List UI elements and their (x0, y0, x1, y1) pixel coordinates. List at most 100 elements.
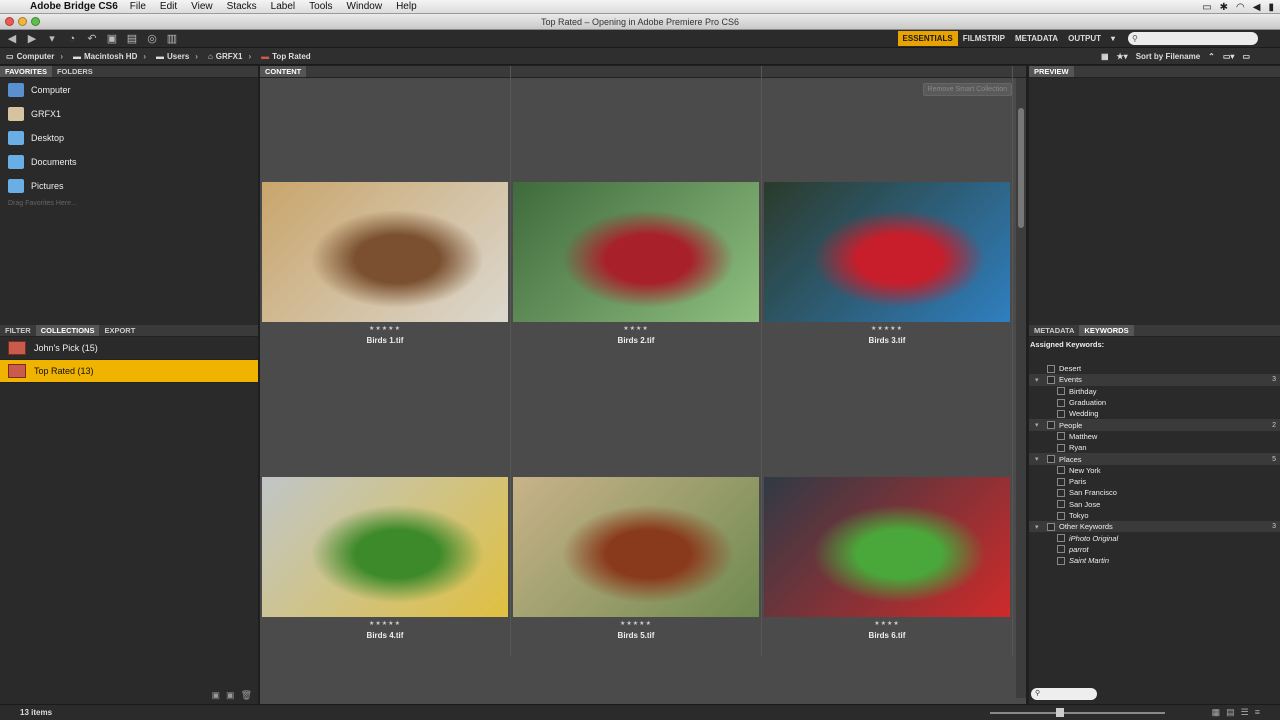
keyword-checkbox[interactable] (1057, 477, 1065, 486)
tab-collections[interactable]: COLLECTIONS (35, 325, 100, 336)
thumbnail-item[interactable]: ★★★★★ Birds 3.tif (762, 66, 1013, 361)
file-name[interactable]: Birds 2.tif (511, 336, 761, 345)
chevron-down-icon[interactable]: ▾ (44, 32, 60, 45)
rating-stars[interactable]: ★★★★★ (511, 620, 761, 627)
keyword-group[interactable]: ▾ Places 5 (1029, 453, 1280, 465)
file-name[interactable]: Birds 4.tif (260, 631, 510, 640)
menu-window[interactable]: Window (347, 1, 383, 12)
thumbnail-size-slider[interactable] (990, 712, 1165, 714)
disclosure-triangle-icon[interactable]: ▾ (1035, 523, 1039, 531)
collection-johns-pick[interactable]: John's Pick (15) (0, 337, 258, 360)
keyword-group[interactable]: ▾ Events 3 (1029, 374, 1280, 386)
tab-filter[interactable]: FILTER (0, 325, 36, 336)
favorite-grfx1[interactable]: GRFX1 (0, 102, 258, 126)
keyword-checkbox[interactable] (1057, 556, 1065, 565)
minimize-window-icon[interactable] (18, 17, 27, 26)
new-smart-collection-icon[interactable]: ▣ (212, 690, 221, 704)
wifi-icon[interactable]: ◠ (1236, 2, 1245, 13)
star-filter-icon[interactable]: ★▾ (1117, 52, 1128, 61)
rating-stars[interactable]: ★★★★★ (260, 325, 510, 332)
menu-view[interactable]: View (191, 1, 213, 12)
sort-dropdown[interactable]: Sort by Filename (1136, 52, 1200, 61)
lock-grid-icon[interactable]: ▦ (1212, 707, 1221, 718)
tab-favorites[interactable]: FAVORITES (0, 66, 52, 77)
new-folder-icon[interactable]: ▭ (1242, 52, 1250, 61)
file-name[interactable]: Birds 3.tif (762, 336, 1012, 345)
file-name[interactable]: Birds 6.tif (762, 631, 1012, 640)
thumbnail-item[interactable]: ★★★★★ Birds 5.tif (511, 361, 762, 656)
camera-import-icon[interactable]: ▣ (104, 32, 120, 45)
breadcrumb-computer[interactable]: ▭ Computer › (6, 52, 63, 61)
menu-help[interactable]: Help (396, 1, 417, 12)
search-input[interactable]: ⚲ (1128, 32, 1258, 45)
keyword-checkbox[interactable] (1057, 488, 1065, 497)
thumbnail-item[interactable]: ★★★★★ Birds 1.tif (260, 66, 511, 361)
workspace-menu-chevron-icon[interactable]: ▾ (1106, 31, 1120, 46)
keyword-checkbox[interactable] (1057, 409, 1065, 418)
volume-icon[interactable]: ◀ (1253, 2, 1261, 13)
keyword-checkbox[interactable] (1057, 443, 1065, 452)
breadcrumb-top-rated[interactable]: ▬ Top Rated (261, 52, 311, 61)
rating-stars[interactable]: ★★★★ (762, 620, 1012, 627)
disclosure-triangle-icon[interactable]: ▾ (1035, 376, 1039, 384)
disclosure-triangle-icon[interactable]: ▾ (1035, 455, 1039, 463)
app-name-menu[interactable]: Adobe Bridge CS6 (30, 1, 118, 12)
file-name[interactable]: Birds 5.tif (511, 631, 761, 640)
favorite-documents[interactable]: Documents (0, 150, 258, 174)
new-collection-icon[interactable]: ▣ (226, 690, 235, 704)
breadcrumb-grfx1[interactable]: ⌂ GRFX1 › (208, 52, 251, 61)
keyword-checkbox[interactable] (1057, 398, 1065, 407)
breadcrumb-users[interactable]: ▬ Users › (156, 52, 198, 61)
output-icon[interactable]: ▥ (164, 32, 180, 45)
open-recent-icon[interactable]: ▭▾ (1223, 52, 1235, 61)
rating-stars[interactable]: ★★★★★ (260, 620, 510, 627)
trash-icon[interactable]: 🗑 (241, 690, 252, 704)
sort-order-icon[interactable]: ⌃ (1208, 52, 1215, 61)
keyword-checkbox[interactable] (1047, 375, 1055, 384)
thumbnail-image[interactable] (513, 182, 759, 322)
keyword-item[interactable]: Wedding (1029, 408, 1280, 419)
thumbnail-item[interactable]: ★★★★ Birds 6.tif (762, 361, 1013, 656)
thumbnail-image[interactable] (513, 477, 759, 617)
keyword-checkbox[interactable] (1047, 522, 1055, 531)
screen-icon[interactable]: ▭ (1202, 2, 1211, 13)
keyword-checkbox[interactable] (1047, 364, 1055, 373)
keyword-checkbox[interactable] (1047, 421, 1055, 430)
zoom-window-icon[interactable] (31, 17, 40, 26)
keyword-item[interactable]: Tokyo (1029, 510, 1280, 521)
keyword-checkbox[interactable] (1057, 534, 1065, 543)
keyword-search-input[interactable]: ⚲ (1031, 688, 1097, 700)
recent-files-icon[interactable]: ◔ (64, 33, 80, 45)
list-view-icon[interactable]: ≡ (1255, 707, 1260, 718)
return-icon[interactable]: ↶ (84, 32, 100, 45)
keyword-group[interactable]: ▾ People 2 (1029, 419, 1280, 431)
tab-preview[interactable]: PREVIEW (1029, 66, 1074, 77)
file-name[interactable]: Birds 1.tif (260, 336, 510, 345)
keyword-checkbox[interactable] (1057, 387, 1065, 396)
keyword-item[interactable]: Graduation (1029, 397, 1280, 408)
refine-icon[interactable]: ▤ (124, 32, 140, 45)
keyword-item[interactable]: Desert (1029, 363, 1280, 374)
rating-stars[interactable]: ★★★★★ (762, 325, 1012, 332)
thumbnail-image[interactable] (262, 182, 508, 322)
disclosure-triangle-icon[interactable]: ▾ (1035, 421, 1039, 429)
forward-arrow-icon[interactable]: ▶ (24, 32, 40, 45)
thumbnail-image[interactable] (764, 477, 1010, 617)
battery-icon[interactable]: ▮ (1268, 2, 1274, 13)
close-window-icon[interactable] (5, 17, 14, 26)
keyword-item[interactable]: San Francisco (1029, 487, 1280, 498)
tab-metadata[interactable]: METADATA (1029, 325, 1079, 336)
thumbnail-view-icon[interactable]: ▤ (1226, 707, 1235, 718)
content-scrollbar[interactable] (1016, 78, 1026, 698)
keyword-item[interactable]: San Jose (1029, 499, 1280, 510)
breadcrumb-macintosh-hd[interactable]: ▬ Macintosh HD › (73, 52, 146, 61)
details-view-icon[interactable]: ☰ (1241, 707, 1249, 718)
keyword-checkbox[interactable] (1057, 545, 1065, 554)
thumbnail-item[interactable]: ★★★★★ Birds 4.tif (260, 361, 511, 656)
quality-options-icon[interactable]: ▦ (1101, 52, 1109, 61)
keyword-checkbox[interactable] (1057, 511, 1065, 520)
keyword-item[interactable]: Ryan (1029, 442, 1280, 453)
menu-tools[interactable]: Tools (309, 1, 332, 12)
rating-stars[interactable]: ★★★★ (511, 325, 761, 332)
tab-export[interactable]: EXPORT (99, 325, 140, 336)
